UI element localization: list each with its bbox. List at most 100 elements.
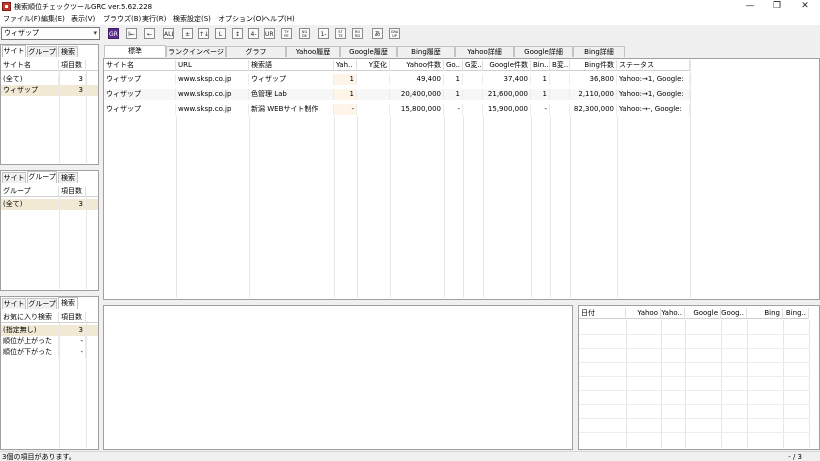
list-item-selected[interactable]: (指定無し) 3 — [1, 325, 98, 336]
search-name: 順位が下がった — [1, 347, 59, 358]
menu-help[interactable]: ヘルプ(H) — [263, 14, 295, 24]
menu-file[interactable]: ファイル(F) — [3, 14, 41, 24]
state-button[interactable]: ST TE — [335, 28, 346, 39]
tab-rankin-page[interactable]: ランクインページ — [166, 46, 226, 57]
col-keyword[interactable]: 検索語 — [249, 60, 334, 71]
grid-line — [249, 116, 250, 298]
col-google-count[interactable]: Google件数 — [483, 60, 531, 71]
grid-line — [579, 404, 809, 405]
grid-line — [690, 59, 691, 298]
url-button[interactable]: URL — [264, 28, 275, 39]
status-bar: 3個の項目があります。 - / 3 — [0, 451, 820, 461]
grc-button[interactable]: GRC — [108, 28, 119, 39]
col-count[interactable]: 項目数 — [59, 312, 86, 323]
col-site-name[interactable]: サイト名 — [104, 60, 176, 71]
col-yahoo-rank[interactable]: Yah.. — [334, 60, 357, 71]
tab-search[interactable]: 検索 — [58, 297, 78, 309]
plus-minus-button[interactable]: ± — [182, 28, 193, 39]
col-google-change[interactable]: Goog.. — [721, 308, 747, 319]
col-google-change[interactable]: G変.. — [463, 60, 483, 71]
tab-site[interactable]: サイト — [2, 298, 26, 309]
tab-google-history[interactable]: Google履歴 — [340, 46, 397, 57]
first-button[interactable]: I← — [126, 28, 137, 39]
group-button[interactable]: GRA UP — [389, 28, 400, 39]
cell-keyword: ウィザップ — [249, 74, 334, 85]
minimize-button[interactable]: — — [735, 0, 765, 13]
menu-search-settings[interactable]: 検索設定(S) — [173, 14, 211, 24]
col-yahoo-change[interactable]: Y変化 — [357, 60, 390, 71]
col-site-name[interactable]: サイト名 — [1, 60, 59, 71]
cell-google-count: 21,600,000 — [483, 89, 531, 100]
site-select[interactable]: ウィザップ ▾ — [1, 27, 100, 40]
col-favorite-search[interactable]: お気に入り検索 — [1, 312, 59, 323]
move-button[interactable]: ↕ — [232, 28, 243, 39]
col-google[interactable]: Google — [685, 308, 721, 319]
tab-google-detail[interactable]: Google詳細 — [514, 46, 573, 57]
tab-yahoo-detail[interactable]: Yahoo詳細 — [455, 46, 514, 57]
menu-run[interactable]: 実行(R) — [142, 14, 166, 24]
menu-options[interactable]: オプション(O) — [218, 14, 264, 24]
grid-line — [747, 320, 748, 448]
col-bing-rank[interactable]: Bin.. — [531, 60, 550, 71]
col-yahoo-count[interactable]: Yahoo件数 — [390, 60, 444, 71]
prev-button[interactable]: ← — [144, 28, 155, 39]
cell-site-name: ウィザップ — [104, 74, 176, 85]
table-row[interactable]: ウィザップ www.sksp.co.jp ウィザップ 1 49,400 1 37… — [104, 74, 690, 85]
tab-group[interactable]: グループ — [27, 298, 57, 309]
col-bing[interactable]: Bing — [747, 308, 783, 319]
tab-search[interactable]: 検索 — [58, 172, 78, 183]
menu-browse[interactable]: ブラウズ(B) — [103, 14, 141, 24]
col-date[interactable]: 日付 — [579, 308, 626, 319]
tab-bing-history[interactable]: Bing履歴 — [397, 46, 455, 57]
col-bing-change[interactable]: Bing.. — [783, 308, 809, 319]
type-button[interactable]: TY PE — [281, 28, 292, 39]
tab-bing-detail[interactable]: Bing詳細 — [573, 46, 625, 57]
menu-edit[interactable]: 編集(E) — [41, 14, 65, 24]
one-one-button[interactable]: 1-1 — [318, 28, 329, 39]
tab-site[interactable]: サイト — [2, 172, 26, 183]
table-row[interactable]: ウィザップ www.sksp.co.jp 色管理 Lab 1 20,400,00… — [104, 89, 690, 100]
col-group[interactable]: グループ — [1, 186, 59, 197]
list-item[interactable]: (全て) 3 — [1, 74, 98, 85]
tab-yahoo-history[interactable]: Yahoo履歴 — [286, 46, 340, 57]
maximize-button[interactable]: ❐ — [762, 0, 792, 13]
col-status[interactable]: ステータス — [617, 60, 690, 71]
tab-standard[interactable]: 標準 — [104, 45, 166, 57]
sort-updown-button[interactable]: ↑↓ — [198, 28, 209, 39]
cell-site-name: ウィザップ — [104, 89, 176, 100]
l-button[interactable]: L — [215, 28, 226, 39]
col-bing-count[interactable]: Bing件数 — [570, 60, 617, 71]
tab-graph[interactable]: グラフ — [226, 46, 286, 57]
grid-line — [809, 320, 810, 448]
col-google-rank[interactable]: Go.. — [444, 60, 463, 71]
close-button[interactable]: ✕ — [790, 0, 820, 13]
range-button[interactable]: 4-5 — [248, 28, 259, 39]
tab-search[interactable]: 検索 — [58, 46, 78, 57]
list-item[interactable]: 順位が上がった - — [1, 336, 98, 347]
col-bing-change[interactable]: B変.. — [550, 60, 570, 71]
list-item-selected[interactable]: ウィザップ 3 — [1, 85, 98, 96]
cell-google-change — [463, 104, 483, 115]
ngde-button[interactable]: NG DE — [299, 28, 310, 39]
all-button[interactable]: ALL — [163, 28, 174, 39]
col-count[interactable]: 項目数 — [59, 186, 86, 197]
col-yahoo-change[interactable]: Yaho.. — [661, 308, 685, 319]
kana-button[interactable]: あ — [372, 28, 383, 39]
tab-site[interactable]: サイト — [2, 45, 26, 57]
cell-bing-rank: 1 — [531, 74, 550, 85]
col-yahoo[interactable]: Yahoo — [626, 308, 661, 319]
menu-view[interactable]: 表示(V) — [71, 14, 95, 24]
cell-bing-count: 2,110,000 — [570, 89, 617, 100]
group-count: 3 — [59, 199, 86, 210]
grid-line — [390, 116, 391, 298]
record-button[interactable]: RO RD — [352, 28, 363, 39]
tab-group[interactable]: グループ — [27, 171, 57, 183]
cell-google-count: 15,900,000 — [483, 104, 531, 115]
tab-group[interactable]: グループ — [27, 46, 57, 57]
col-url[interactable]: URL — [176, 60, 249, 71]
site-select-value: ウィザップ — [4, 29, 39, 37]
list-item[interactable]: 順位が下がった - — [1, 347, 98, 358]
col-count[interactable]: 項目数 — [59, 60, 86, 71]
list-item-selected[interactable]: (全て) 3 — [1, 199, 98, 210]
table-row[interactable]: ウィザップ www.sksp.co.jp 新潟 WEBサイト制作 - 15,80… — [104, 104, 690, 115]
